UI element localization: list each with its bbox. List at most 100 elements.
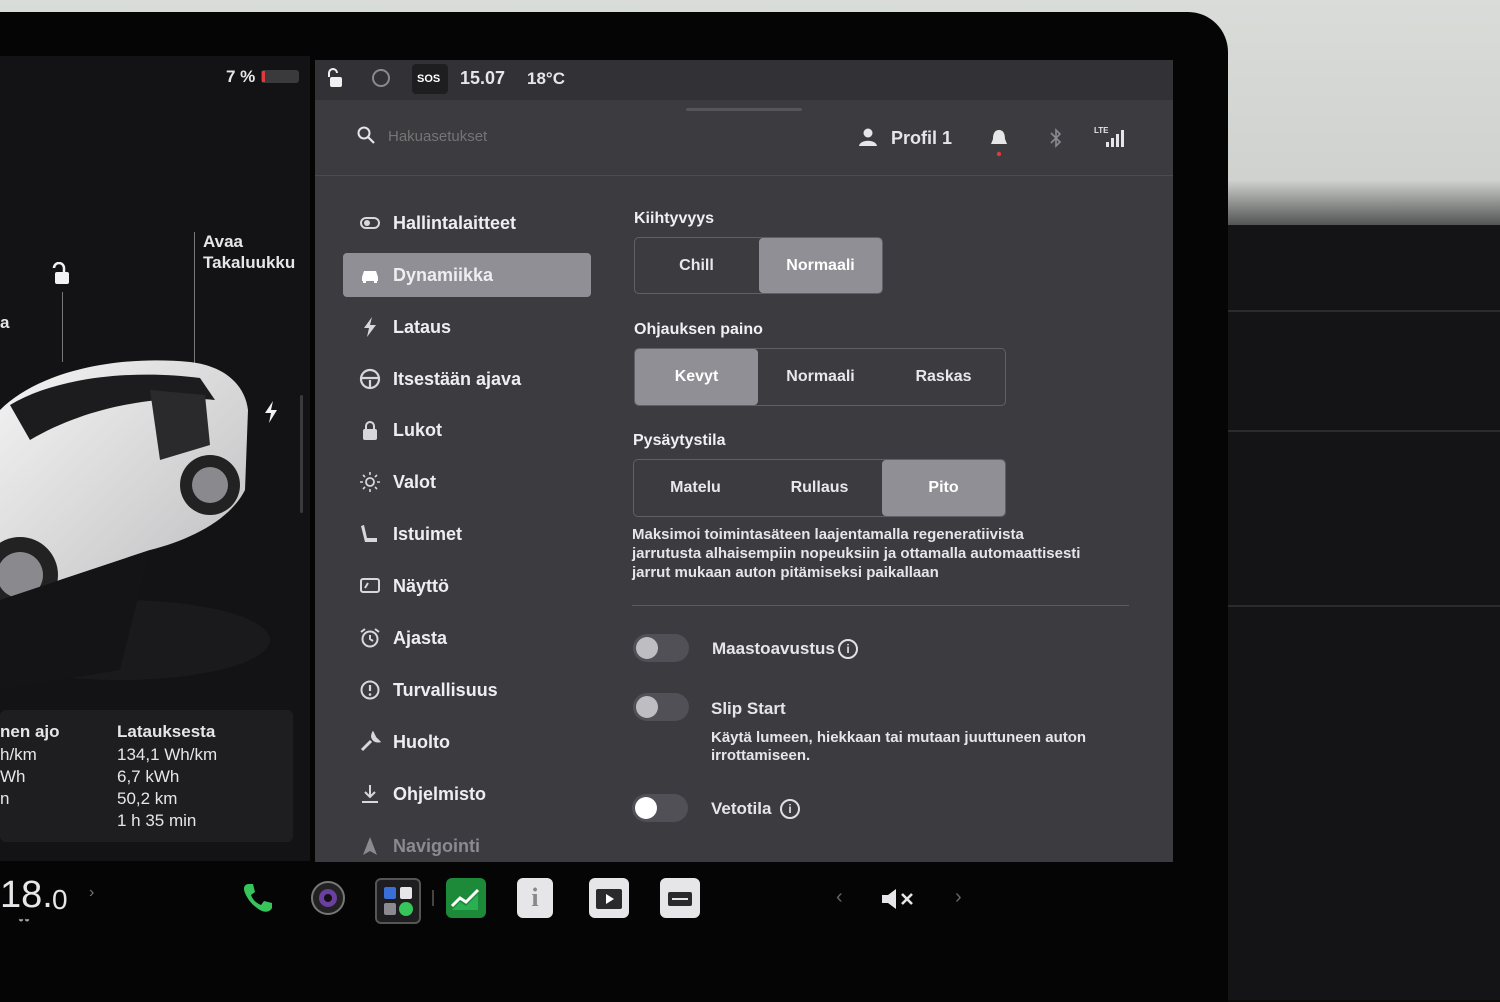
left-edge-label: a	[0, 313, 10, 332]
battery-percent: 7 %	[226, 67, 256, 86]
sidebar-item-dynamiikka[interactable]: Dynamiikka	[343, 253, 591, 297]
sidebar-item-label: Näyttö	[393, 576, 450, 596]
steering-wheel-icon	[359, 368, 381, 390]
steering-option-normaali[interactable]: Normaali	[759, 349, 882, 405]
stop-mode-option-matelu[interactable]: Matelu	[634, 460, 757, 516]
slip-start-label: Slip Start	[711, 699, 786, 718]
cabin-temperature-control[interactable]: 18. 0 › ◒◒	[0, 872, 110, 932]
sidebar-item-label: Lataus	[393, 317, 452, 337]
chevron-left-icon[interactable]: ‹	[836, 886, 843, 909]
sidebar-item-ohjelmisto[interactable]: Ohjelmisto	[343, 772, 591, 816]
vetotila-toggle[interactable]	[632, 794, 688, 822]
section-divider	[632, 605, 1129, 606]
dock-divider	[432, 890, 434, 906]
info-icon[interactable]: i	[780, 799, 800, 819]
lock-status-icon[interactable]	[327, 68, 347, 88]
trip-left-value: n	[0, 789, 10, 808]
profile-icon[interactable]	[858, 127, 878, 147]
volume-muted-icon[interactable]	[880, 886, 918, 912]
arcade-icon[interactable]	[660, 878, 700, 918]
sidebar-item-label: Itsestään ajava	[393, 369, 522, 389]
acceleration-option-chill[interactable]: Chill	[635, 238, 758, 293]
toggle-knob	[635, 797, 657, 819]
trip-energy-total: 6,7 kWh	[117, 767, 180, 786]
wrench-icon	[359, 730, 382, 753]
phone-icon[interactable]	[237, 878, 277, 918]
search-input[interactable]	[386, 122, 690, 150]
toggle-icon	[359, 212, 381, 234]
sidebar-item-lukot[interactable]: Lukot	[343, 408, 591, 452]
camera-icon[interactable]	[308, 878, 348, 918]
steering-option-kevyt[interactable]: Kevyt	[635, 349, 758, 405]
apps-icon[interactable]	[375, 878, 421, 924]
sidebar-item-label: Huolto	[393, 732, 450, 752]
sidebar-item-naytto[interactable]: Näyttö	[343, 564, 591, 608]
sidebar-item-label: Navigointi	[393, 836, 481, 856]
callout-line	[194, 232, 195, 364]
bluetooth-icon[interactable]	[1049, 128, 1063, 148]
trip-left-value: Wh	[0, 767, 26, 786]
stop-mode-option-rullaus[interactable]: Rullaus	[758, 460, 881, 516]
stop-mode-description: jarrut mukaan auton pitämiseksi paikalla…	[632, 564, 939, 581]
panel-scrollbar[interactable]	[300, 395, 303, 513]
vetotila-label: Vetotila	[711, 799, 772, 818]
steering-selector[interactable]: Kevyt Normaali Raskas	[634, 348, 1006, 406]
profile-name[interactable]: Profil 1	[891, 128, 952, 149]
sos-label: SOS	[417, 73, 441, 85]
clock: 15.07	[460, 68, 506, 88]
trunk-label-line1[interactable]: Avaa	[203, 232, 243, 252]
sidebar-item-label: Hallintalaitteet	[393, 213, 517, 233]
steering-option-raskas[interactable]: Raskas	[882, 349, 1005, 405]
sidebar-item-label: Dynamiikka	[393, 265, 494, 285]
trip-energy-per-km: 134,1 Wh/km	[117, 745, 218, 764]
theater-icon[interactable]	[589, 878, 629, 918]
info-circle-icon	[359, 679, 381, 701]
stop-mode-option-pito[interactable]: Pito	[882, 460, 1005, 516]
sidebar-item-turvallisuus[interactable]: Turvallisuus	[343, 668, 591, 712]
maastoavustus-toggle[interactable]	[633, 634, 689, 662]
sidebar-item-label: Istuimet	[393, 524, 463, 544]
bell-icon[interactable]	[990, 129, 1008, 157]
battery-fill	[262, 71, 265, 82]
sidebar-item-label: Valot	[393, 472, 437, 492]
lock-icon	[359, 419, 381, 441]
trip-duration: 1 h 35 min	[117, 811, 197, 830]
sidebar-item-istuimet[interactable]: Istuimet	[343, 512, 591, 556]
outside-temperature: 18°C	[527, 69, 565, 88]
sidebar-item-lataus[interactable]: Lataus	[343, 305, 591, 349]
trunk-label-line2[interactable]: Takaluukku	[203, 253, 295, 273]
acceleration-option-normaali[interactable]: Normaali	[759, 238, 882, 293]
energy-chart-icon[interactable]	[446, 878, 486, 918]
car-icon	[359, 264, 381, 286]
stop-mode-selector[interactable]: Matelu Rullaus Pito	[633, 459, 1006, 517]
bolt-icon	[359, 316, 381, 338]
header-divider	[315, 175, 1173, 176]
chevron-right-icon[interactable]: ›	[955, 886, 962, 909]
sidebar-item-huolto[interactable]: Huolto	[343, 720, 591, 764]
sos-button[interactable]: SOS	[412, 64, 448, 94]
navigation-icon	[359, 835, 381, 857]
sidebar-item-itsestaan-ajava[interactable]: Itsestään ajava	[343, 357, 591, 401]
slip-start-toggle[interactable]	[633, 693, 689, 721]
acceleration-selector[interactable]: Chill Normaali	[634, 237, 883, 294]
sidebar-item-label: Ajasta	[393, 628, 448, 648]
drag-handle[interactable]	[686, 108, 802, 111]
download-icon	[359, 783, 381, 805]
trip-right-header: Latauksesta	[117, 722, 216, 741]
chevron-right-icon: ›	[89, 884, 95, 901]
manual-icon[interactable]: i	[517, 878, 553, 918]
trip-left-value: h/km	[0, 745, 37, 764]
search-icon[interactable]	[357, 126, 375, 144]
sidebar-item-hallintalaitteet[interactable]: Hallintalaitteet	[343, 201, 591, 245]
sentry-mode-icon[interactable]	[372, 69, 390, 87]
seat-heater-icon[interactable]: ◒◒	[18, 914, 30, 925]
unlock-icon[interactable]	[50, 261, 72, 286]
sidebar-item-navigointi[interactable]: Navigointi	[343, 824, 591, 860]
stop-mode-description: Maksimoi toimintasäteen laajentamalla re…	[632, 526, 1024, 543]
battery-indicator	[261, 70, 299, 83]
info-icon[interactable]: i	[838, 639, 858, 659]
sidebar-item-label: Turvallisuus	[393, 680, 498, 700]
sidebar-item-valot[interactable]: Valot	[343, 460, 591, 504]
sidebar-item-ajasta[interactable]: Ajasta	[343, 616, 591, 660]
car-image	[0, 350, 300, 690]
